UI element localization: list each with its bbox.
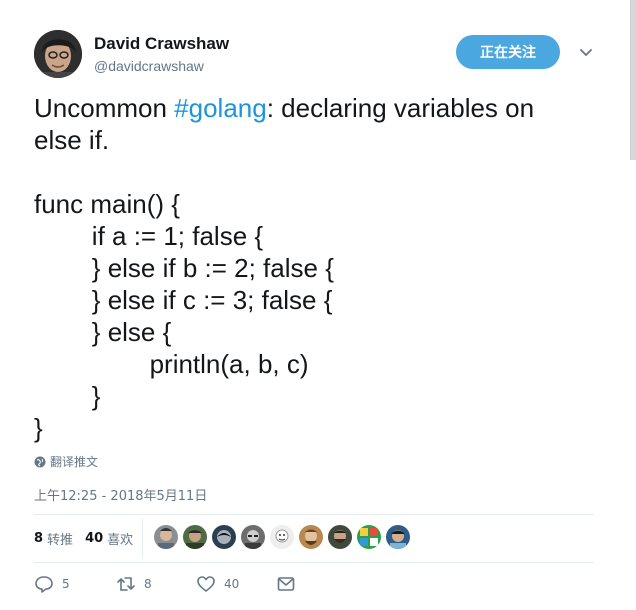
- tweet-line: [34, 156, 614, 188]
- reply-icon: [35, 576, 53, 593]
- liker-avatars: [154, 525, 410, 549]
- likes-label[interactable]: 喜欢: [107, 529, 133, 548]
- tweet-timestamp[interactable]: 上午12:25 - 2018年5月11日: [34, 485, 207, 504]
- chevron-down-icon[interactable]: [578, 44, 594, 60]
- tweet-line: if a := 1; false {: [34, 221, 264, 251]
- like-button[interactable]: 40: [196, 574, 239, 594]
- liker-avatar[interactable]: [241, 525, 265, 549]
- retweets-count[interactable]: 8: [34, 531, 43, 546]
- author-avatar[interactable]: [34, 30, 82, 78]
- reply-button[interactable]: 5: [34, 574, 70, 594]
- liker-avatar[interactable]: [328, 525, 352, 549]
- tweet-line: } else if b := 2; false {: [34, 253, 334, 283]
- likes-count[interactable]: 40: [85, 531, 103, 546]
- following-button[interactable]: 正在关注: [456, 35, 560, 69]
- stats-separator: [142, 518, 143, 558]
- reply-count: 5: [62, 577, 70, 591]
- tweet-header: David Crawshaw @davidcrawshaw 正在关注: [34, 30, 604, 80]
- tweet-text: Uncommon #golang: declaring variables on…: [34, 92, 614, 444]
- heart-icon: [197, 576, 215, 592]
- direct-message-button[interactable]: [276, 574, 296, 594]
- retweet-count: 8: [144, 577, 152, 591]
- tweet-line: func main() {: [34, 189, 180, 219]
- tweet-line: } else {: [34, 317, 172, 347]
- like-count: 40: [224, 577, 240, 591]
- tweet-text-segment: Uncommon: [34, 93, 175, 123]
- tweet-stats: 8 转推 40 喜欢: [34, 528, 145, 548]
- tweet-line: else if.: [34, 125, 110, 155]
- tweet-line: }: [34, 413, 43, 443]
- scrollbar[interactable]: [630, 0, 636, 160]
- author-handle[interactable]: @davidcrawshaw: [94, 58, 204, 74]
- tweet-line: } else if c := 3; false {: [34, 285, 333, 315]
- author-name[interactable]: David Crawshaw: [94, 34, 229, 54]
- envelope-icon: [277, 577, 295, 591]
- liker-avatar[interactable]: [212, 525, 236, 549]
- retweet-button[interactable]: 8: [116, 574, 152, 594]
- retweet-icon: [117, 577, 135, 591]
- hashtag-link[interactable]: #golang: [174, 93, 267, 123]
- liker-avatar[interactable]: [299, 525, 323, 549]
- liker-avatar[interactable]: [154, 525, 178, 549]
- retweets-label[interactable]: 转推: [47, 529, 73, 548]
- translate-label: 翻译推文: [50, 455, 99, 469]
- liker-avatar[interactable]: [386, 525, 410, 549]
- translate-tweet-link[interactable]: 翻译推文: [34, 453, 98, 470]
- divider: [34, 514, 594, 515]
- tweet-line: Uncommon #golang: declaring variables on: [34, 92, 614, 124]
- liker-avatar[interactable]: [270, 525, 294, 549]
- tweet-line: }: [34, 381, 101, 411]
- tweet-line: println(a, b, c): [34, 349, 309, 379]
- liker-avatar[interactable]: [357, 525, 381, 549]
- liker-avatar[interactable]: [183, 525, 207, 549]
- divider: [34, 562, 594, 563]
- tweet-text-segment: : declaring variables on: [266, 93, 535, 123]
- globe-icon: [34, 456, 46, 467]
